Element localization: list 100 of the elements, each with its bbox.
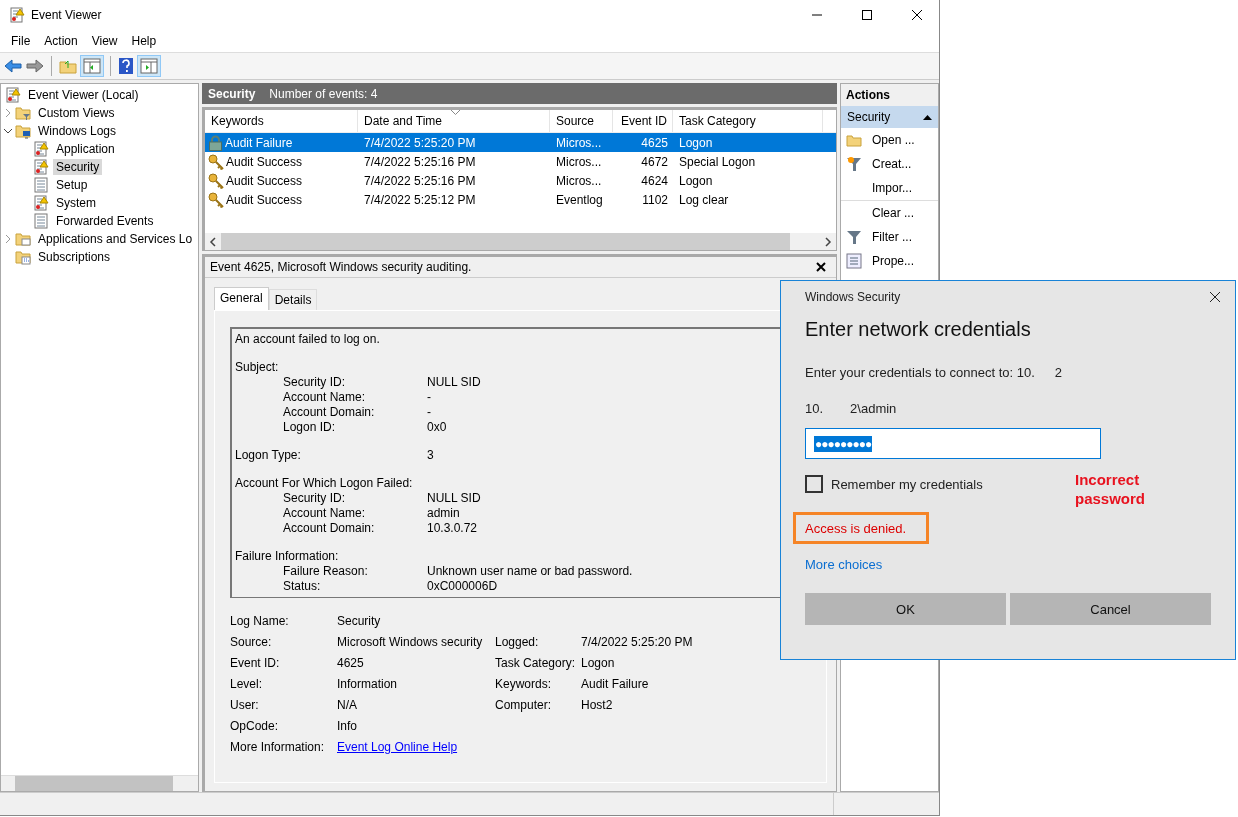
section-heading: Account For Which Logon Failed: [235,475,414,490]
property-value: Audit Failure [581,676,649,691]
tree-item[interactable]: System [53,195,99,211]
tree-item[interactable]: Subscriptions [35,249,114,265]
property-value: 7/4/2022 5:25:20 PM [581,634,693,649]
password-field[interactable]: ●●●●●●●●● [805,428,1101,459]
action-link[interactable]: Clear ... [872,206,914,220]
action-link[interactable]: Open ... [872,133,915,147]
chevron-down-icon[interactable] [3,126,13,136]
tree-item[interactable]: Event Viewer (Local) [25,87,142,103]
field-label: Security ID: [282,490,346,505]
event-id-cell-text: 1102 [641,192,669,207]
field-label: Failure Reason: [282,563,369,578]
more-choices-link[interactable]: More choices [805,544,1211,584]
pane-icon[interactable] [81,56,103,76]
pane-icon[interactable] [138,56,160,76]
field-label: Account Domain: [282,404,376,419]
column-header[interactable]: Task Category [673,110,823,132]
field-value: NULL SID [427,490,481,505]
keyword-cell: Audit Failure [225,135,293,150]
tree-item[interactable]: Forwarded Events [53,213,157,229]
column-header[interactable]: Keywords [205,110,358,132]
log-icon [33,213,49,229]
tree-item[interactable]: Windows Logs [35,123,120,139]
tree-item[interactable]: Setup [53,177,91,193]
scroll-left-icon[interactable] [209,236,217,247]
action-link[interactable]: Prope... [872,254,915,268]
action-link[interactable]: Impor... [872,181,912,195]
event-id-cell-text: 4625 [640,135,669,150]
property-label: More Information: [230,739,326,754]
tab[interactable]: Details [268,289,318,310]
column-header[interactable]: Date and Time [358,110,550,132]
menu-item[interactable]: Action [37,34,85,48]
folder-icon [846,132,862,148]
menu-item[interactable]: View [84,34,125,48]
property-label: Level: [230,676,264,691]
actions-section-header[interactable]: Security [841,106,938,128]
log-warning-icon [5,87,21,103]
folder-computer-icon [15,123,31,139]
field-value: 0x0 [427,419,447,434]
property-value: Info [337,718,358,733]
dialog-button[interactable]: Cancel [1010,593,1211,625]
event-detail-title: Event 4625, Microsoft Windows security auditing. [210,260,472,274]
menu-item[interactable]: File [4,34,38,48]
section-heading: An account failed to log on. [235,331,381,346]
help-icon[interactable] [118,57,134,75]
log-warning-icon [33,141,49,157]
help-link[interactable]: Event Log Online Help [337,739,458,754]
tree-item[interactable]: Security [53,159,103,175]
event-row[interactable]: Audit Failure 7/4/2022 5:25:20 PM Micros... 4625 Logon [205,133,836,152]
category-cell-text: Logon [678,135,714,150]
checkbox-label[interactable]: Remember my credentials [831,476,983,492]
column-header[interactable]: Event ID [613,110,673,132]
property-label: User: [230,697,260,712]
keyword-cell: Audit Success [226,154,303,169]
collapse-triangle-icon[interactable] [923,114,932,120]
scroll-right-icon[interactable] [824,236,832,247]
category-cell-text: Special Logon [678,154,757,169]
close-icon[interactable] [911,9,923,21]
tree-item[interactable]: Applications and Services Lo [35,231,196,247]
key-icon [208,191,224,208]
horizontal-scrollbar[interactable] [205,233,836,250]
section-heading: Failure Information: [235,548,340,563]
chevron-right-icon[interactable] [3,234,13,244]
date-cell-text: 7/4/2022 5:25:16 PM [363,154,477,169]
sort-chevron-icon [451,110,460,115]
field-value: 0xC000006D [427,578,498,593]
menu-item[interactable]: Help [124,34,164,48]
tree-item[interactable]: Custom Views [35,105,118,121]
username-text: 2\admin [850,400,897,416]
horizontal-scrollbar[interactable] [1,775,198,791]
chevron-right-icon[interactable] [3,108,13,118]
field-label: Security ID: [282,374,346,389]
actions-header: Actions [841,84,938,106]
folder-filter-icon [15,105,31,121]
property-label: Computer: [495,697,553,712]
dialog-button[interactable]: OK [805,593,1006,625]
keyword-cell: Audit Success [226,173,303,188]
close-icon[interactable] [1209,291,1221,303]
back-arrow-icon[interactable] [4,58,22,74]
event-row[interactable]: Audit Success 7/4/2022 5:25:12 PM Eventlog 1102 Log clear [205,190,836,209]
date-cell-text: 7/4/2022 5:25:16 PM [363,173,477,188]
tab[interactable]: General [214,287,269,310]
event-id-cell-text: 4624 [640,173,669,188]
action-link[interactable]: Creat... [872,157,912,171]
column-header[interactable]: Source [550,110,613,132]
property-value: Host2 [581,697,613,712]
maximize-icon[interactable] [861,9,873,21]
property-value: Information [337,676,399,691]
close-icon[interactable] [816,262,826,272]
checkbox[interactable] [805,475,823,493]
log-title: Security [208,86,256,101]
forward-arrow-icon[interactable] [26,58,44,74]
event-row[interactable]: Audit Success 7/4/2022 5:25:16 PM Micros... 4672 Special Logon [205,152,836,171]
tree-item[interactable]: Application [53,141,118,157]
property-label: Source: [230,634,273,649]
action-link[interactable]: Filter ... [872,230,912,244]
folder-icon [15,231,31,247]
event-row[interactable]: Audit Success 7/4/2022 5:25:16 PM Micros... 4624 Logon [205,171,836,190]
field-value: 3 [427,447,434,462]
